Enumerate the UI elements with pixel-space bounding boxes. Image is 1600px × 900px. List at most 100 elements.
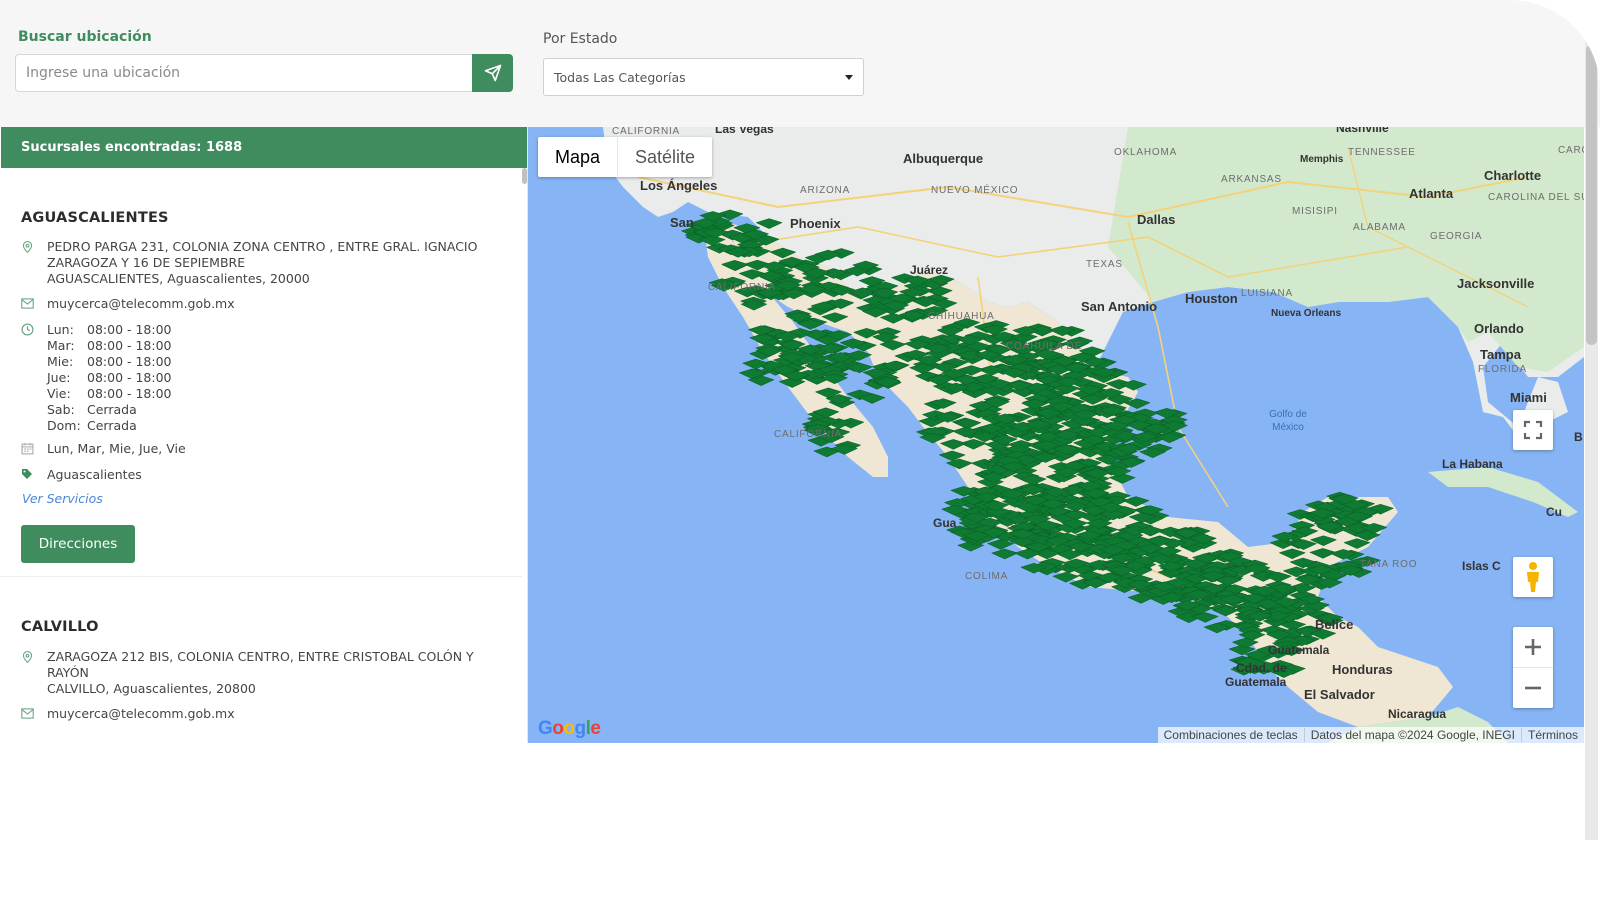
zoom-in-button[interactable] <box>1513 628 1553 668</box>
map-data-text: Datos del mapa ©2024 Google, INEGI <box>1303 728 1521 742</box>
branch-card: CALVILLO ZARAGOZA 212 BIS, COLONIA CENTR… <box>21 619 511 721</box>
branch-email: muycerca@telecomm.gob.mx <box>21 706 235 723</box>
map-label: Islas C <box>1462 559 1501 573</box>
hours-time: Cerrada <box>87 402 137 417</box>
map-label: TEXAS <box>1086 259 1123 270</box>
map-label: San Antonio <box>1081 299 1157 314</box>
hours-time: 08:00 - 18:00 <box>87 354 172 369</box>
address-line: CALVILLO, Aguascalientes, 20800 <box>47 681 256 696</box>
map-type-switch: Mapa Satélite <box>538 137 713 177</box>
map-label: TENNESSEE <box>1348 147 1416 158</box>
branch-list-panel: Sucursales encontradas: 1688 AGUASCALIEN… <box>0 127 528 743</box>
branch-open-days: Lun, Mar, Mie, Jue, Vie <box>21 441 186 459</box>
map-label: Memphis <box>1300 154 1344 165</box>
map-label: Jacksonville <box>1457 276 1534 291</box>
app-window: Buscar ubicación Por Estado Todas Las Ca… <box>0 0 1600 900</box>
map-label: ARKANSAS <box>1221 174 1282 185</box>
map-label: Phoenix <box>790 216 841 231</box>
map-label: COAHUILA DE <box>1006 341 1082 352</box>
calendar-icon <box>21 443 34 455</box>
terms-link[interactable]: Términos <box>1520 728 1584 742</box>
hours-table: Lun: 08:00 - 18:00 Mar: 08:00 - 18:00 Mie: 08… <box>47 322 197 434</box>
branch-name: AGUASCALIENTES <box>21 210 169 226</box>
directions-button[interactable]: Direcciones <box>21 525 135 563</box>
search-input[interactable] <box>15 54 473 92</box>
map-label: La Habana <box>1442 457 1503 471</box>
map-canvas[interactable]: Las Vegas Nashville Albuquerque Los Ánge… <box>528 127 1584 743</box>
map-type-map-button[interactable]: Mapa <box>538 137 617 177</box>
hours-time: 08:00 - 18:00 <box>87 338 172 353</box>
map-label: CHIHUAHUA <box>928 311 995 322</box>
map-label: CALIFORNIA <box>774 429 842 440</box>
map-type-satellite-button[interactable]: Satélite <box>617 137 712 177</box>
map-label: ARIZONA <box>800 185 850 196</box>
search-label: Buscar ubicación <box>18 29 152 45</box>
street-view-button[interactable] <box>1513 557 1553 597</box>
hours-day: Dom: <box>47 418 81 433</box>
branch-marker[interactable] <box>991 548 1019 560</box>
state-filter-label: Por Estado <box>543 31 618 47</box>
address-line: RAYÓN <box>47 665 89 680</box>
state-select-value: Todas Las Categorías <box>554 69 686 85</box>
map-attribution: Combinaciones de teclas Datos del mapa ©… <box>1157 727 1584 743</box>
branch-address: ZARAGOZA 212 BIS, COLONIA CENTRO, ENTRE … <box>21 649 474 697</box>
google-logo: Google <box>538 718 601 739</box>
map-label: Cdad. de <box>1236 661 1287 675</box>
map-label: B <box>1574 430 1583 444</box>
map-label: CAROLINA DEL SUR <box>1488 192 1584 203</box>
map-label: TANA ROO <box>1360 559 1417 570</box>
locate-button[interactable] <box>472 54 513 92</box>
address-line: ZARAGOZA 212 BIS, COLONIA CENTRO, ENTRE … <box>47 649 474 664</box>
map-label: Guatemala <box>1268 643 1330 657</box>
map-pin-icon <box>22 241 33 254</box>
email-text: muycerca@telecomm.gob.mx <box>47 296 235 311</box>
state-select[interactable]: Todas Las Categorías <box>543 58 864 96</box>
mail-icon <box>21 708 34 719</box>
map-label: Gua <box>933 516 957 530</box>
map-label: Tampa <box>1480 347 1522 362</box>
address-line: AGUASCALIENTES, Aguascalientes, 20000 <box>47 271 310 286</box>
map-label: Las Vegas <box>715 127 774 136</box>
map-label: OKLAHOMA <box>1114 147 1177 158</box>
map-label: Cu <box>1546 505 1562 519</box>
hours-day: Mie: <box>47 354 74 369</box>
mail-icon <box>21 298 34 309</box>
hours-day: Lun: <box>47 322 74 337</box>
results-count: Sucursales encontradas: 1688 <box>1 127 527 168</box>
page-scrollbar-thumb[interactable] <box>1586 45 1597 345</box>
tag-icon <box>22 469 32 479</box>
minus-icon <box>1525 686 1541 689</box>
view-services-link[interactable]: Ver Servicios <box>22 491 103 506</box>
branch-card: AGUASCALIENTES PEDRO PARGA 231, COLONIA … <box>21 210 511 563</box>
branch-address: PEDRO PARGA 231, COLONIA ZONA CENTRO , E… <box>21 239 477 287</box>
map-label: Albuquerque <box>903 151 983 166</box>
map-label: MISISIPI <box>1292 206 1338 217</box>
map-label: Golfo de México <box>1269 409 1307 433</box>
email-text: muycerca@telecomm.gob.mx <box>47 706 235 721</box>
send-arrow-icon <box>484 64 501 82</box>
map-label: NUEVO MÉXICO <box>931 183 1018 196</box>
keyboard-shortcuts-link[interactable]: Combinaciones de teclas <box>1158 728 1304 742</box>
map-label: Atlanta <box>1409 186 1454 201</box>
map-label: Orlando <box>1474 321 1524 336</box>
map-label: COLIMA <box>965 571 1008 582</box>
address-line: PEDRO PARGA 231, COLONIA ZONA CENTRO , E… <box>47 239 478 254</box>
filter-bar: Buscar ubicación Por Estado Todas Las Ca… <box>0 0 1600 127</box>
zoom-out-button[interactable] <box>1513 668 1553 708</box>
map-label: Nicaragua <box>1388 707 1446 721</box>
fullscreen-button[interactable] <box>1513 410 1553 450</box>
branch-email: muycerca@telecomm.gob.mx <box>21 296 235 313</box>
map-label: CALIFORNIA <box>708 282 776 293</box>
pegman-icon <box>1527 562 1539 592</box>
hours-day: Sab: <box>47 402 75 417</box>
hours-day: Mar: <box>47 338 75 353</box>
map-label: CALIFORNIA <box>612 127 680 137</box>
map-label: GEORGIA <box>1430 231 1482 242</box>
map-tiles: Las Vegas Nashville Albuquerque Los Ánge… <box>603 127 1584 743</box>
map-label: Nueva Orleans <box>1271 308 1341 319</box>
hours-time: 08:00 - 18:00 <box>87 322 172 337</box>
map-label: Juárez <box>910 263 948 277</box>
address-line: ZARAGOZA Y 16 DE SEPIEMBRE <box>47 255 246 270</box>
hours-time: 08:00 - 18:00 <box>87 386 172 401</box>
branch-list[interactable]: AGUASCALIENTES PEDRO PARGA 231, COLONIA … <box>0 168 527 743</box>
